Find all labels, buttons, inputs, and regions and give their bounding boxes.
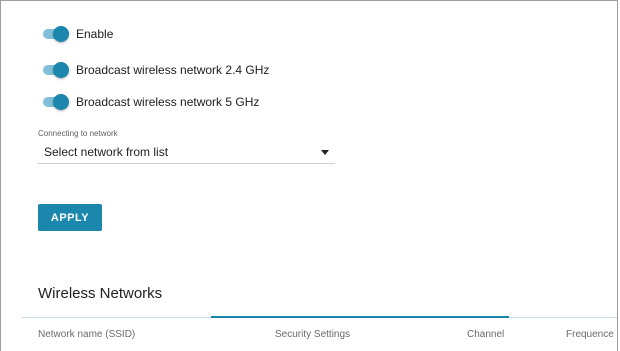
apply-button[interactable]: APPLY <box>38 204 102 231</box>
network-select-label: Connecting to network <box>38 129 118 138</box>
enable-toggle-row[interactable]: Enable <box>41 24 113 44</box>
enable-toggle[interactable] <box>41 26 69 42</box>
table-scroll-indicator <box>211 316 509 318</box>
broadcast-5ghz-toggle[interactable] <box>41 94 69 110</box>
network-select[interactable]: Select network from list <box>38 142 335 164</box>
broadcast-5ghz-toggle-row[interactable]: Broadcast wireless network 5 GHz <box>41 92 259 112</box>
column-header-frequence[interactable]: Frequence <box>566 329 614 340</box>
column-header-ssid[interactable]: Network name (SSID) <box>38 329 135 340</box>
wireless-networks-title: Wireless Networks <box>38 285 163 302</box>
toggle-thumb <box>53 26 69 42</box>
broadcast-24ghz-toggle[interactable] <box>41 62 69 78</box>
enable-label: Enable <box>76 27 114 41</box>
column-header-channel[interactable]: Channel <box>467 329 504 340</box>
broadcast-5ghz-label: Broadcast wireless network 5 GHz <box>76 95 260 109</box>
wifi-client-settings-panel: Enable Broadcast wireless network 2.4 GH… <box>0 0 618 351</box>
broadcast-24ghz-toggle-row[interactable]: Broadcast wireless network 2.4 GHz <box>41 60 269 80</box>
network-select-value: Select network from list <box>44 145 169 159</box>
column-header-security[interactable]: Security Settings <box>275 329 350 340</box>
broadcast-24ghz-label: Broadcast wireless network 2.4 GHz <box>76 63 270 77</box>
toggle-thumb <box>53 94 69 110</box>
dropdown-arrow-icon[interactable] <box>321 150 329 155</box>
toggle-thumb <box>53 62 69 78</box>
